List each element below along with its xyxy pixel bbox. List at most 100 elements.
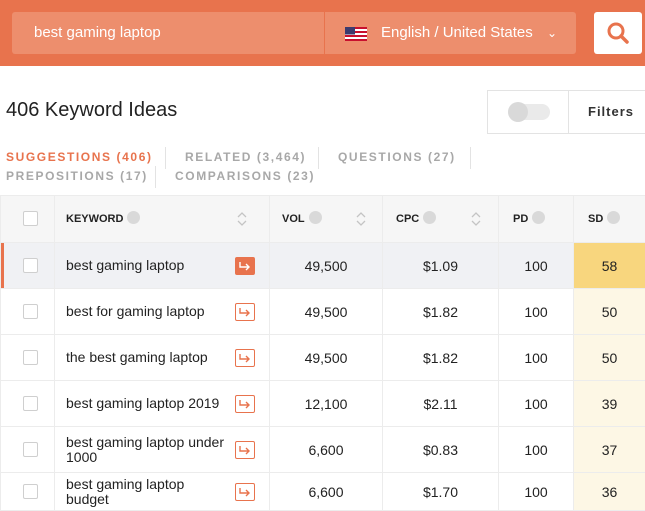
keyword-text[interactable]: best gaming laptop budget [66,473,226,510]
row-checkbox[interactable] [23,442,38,457]
cpc-cell: $0.83 [383,427,499,473]
search-input[interactable]: best gaming laptop [12,12,324,54]
keyword-cell: best gaming laptop 2019 [55,381,270,427]
cpc-cell: $2.11 [383,381,499,427]
vol-cell: 49,500 [270,243,383,289]
keyword-table: KEYWORD VOL CPC PD SD best gaming laptop… [0,195,645,511]
column-header-keyword[interactable]: KEYWORD [55,196,270,243]
help-icon[interactable] [607,211,620,224]
keyword-text[interactable]: best gaming laptop 2019 [66,381,226,426]
language-label: English / United States [381,12,533,54]
pd-cell: 100 [499,289,574,335]
sd-cell: 58 [574,243,645,289]
keyword-text[interactable]: the best gaming laptop [66,335,226,380]
select-all-cell [1,196,55,243]
table-row[interactable]: best gaming laptop 2019 12,100 $2.11 100… [1,381,645,427]
help-icon[interactable] [309,211,322,224]
keyword-text[interactable]: best for gaming laptop [66,289,226,334]
search-bar: best gaming laptop English / United Stat… [0,0,645,66]
table-row[interactable]: best gaming laptop under 1000 6,600 $0.8… [1,427,645,473]
vol-cell: 49,500 [270,335,383,381]
column-label: SD [588,213,603,225]
column-header-pd[interactable]: PD [499,196,574,243]
table-row[interactable]: best gaming laptop budget 6,600 $1.70 10… [1,473,645,511]
tab-prepositions[interactable]: PREPOSITIONS (17) [6,169,148,183]
row-select-cell [1,243,55,289]
column-label: VOL [282,213,305,225]
row-select-cell [1,289,55,335]
table-row[interactable]: best for gaming laptop 49,500 $1.82 100 … [1,289,645,335]
sd-cell: 36 [574,473,645,511]
keyword-cell: best gaming laptop [55,243,270,289]
cpc-cell: $1.82 [383,289,499,335]
table-header-row: KEYWORD VOL CPC PD SD [1,196,645,243]
vol-cell: 6,600 [270,427,383,473]
sd-cell: 50 [574,335,645,381]
help-icon[interactable] [423,211,436,224]
tab-divider [155,166,156,188]
column-header-vol[interactable]: VOL [270,196,383,243]
search-icon [606,21,630,45]
vol-cell: 6,600 [270,473,383,511]
tab-divider [318,147,319,169]
row-checkbox[interactable] [23,350,38,365]
us-flag-icon [345,27,367,41]
column-header-cpc[interactable]: CPC [383,196,499,243]
row-select-cell [1,473,55,511]
open-keyword-icon[interactable] [235,349,255,367]
open-keyword-icon[interactable] [235,257,255,275]
open-keyword-icon[interactable] [235,483,255,501]
chevron-down-icon: ⌄ [547,12,557,54]
view-toggle[interactable] [508,104,550,120]
sd-cell: 39 [574,381,645,427]
column-header-sd[interactable]: SD [574,196,645,243]
cpc-cell: $1.70 [383,473,499,511]
search-button[interactable] [594,12,642,54]
vol-cell: 12,100 [270,381,383,427]
row-checkbox[interactable] [23,258,38,273]
keyword-cell: best for gaming laptop [55,289,270,335]
sort-icon[interactable] [237,210,247,228]
row-checkbox[interactable] [23,484,38,499]
column-label: KEYWORD [66,213,123,225]
tab-related[interactable]: RELATED (3,464) [185,150,306,164]
cpc-cell: $1.09 [383,243,499,289]
keyword-cell: best gaming laptop under 1000 [55,427,270,473]
page-title: 406 Keyword Ideas [6,99,177,122]
open-keyword-icon[interactable] [235,303,255,321]
table-row[interactable]: best gaming laptop 49,500 $1.09 100 58 [1,243,645,289]
open-keyword-icon[interactable] [235,441,255,459]
help-icon[interactable] [127,211,140,224]
keyword-cell: best gaming laptop budget [55,473,270,511]
row-checkbox[interactable] [23,396,38,411]
toggle-knob [508,102,528,122]
select-all-checkbox[interactable] [23,211,38,226]
row-checkbox[interactable] [23,304,38,319]
column-label: PD [513,213,528,225]
language-select[interactable]: English / United States ⌄ [325,12,576,54]
pd-cell: 100 [499,381,574,427]
keyword-cell: the best gaming laptop [55,335,270,381]
keyword-text[interactable]: best gaming laptop [66,243,226,288]
tab-comparisons[interactable]: COMPARISONS (23) [175,169,315,183]
tab-suggestions[interactable]: SUGGESTIONS (406) [6,150,153,164]
keyword-text[interactable]: best gaming laptop under 1000 [66,427,226,472]
row-select-cell [1,427,55,473]
pd-cell: 100 [499,243,574,289]
tab-questions[interactable]: QUESTIONS (27) [338,150,456,164]
sort-icon[interactable] [356,210,366,228]
tab-divider [165,147,166,169]
view-toggle-cell [488,91,569,133]
sd-cell: 50 [574,289,645,335]
table-row[interactable]: the best gaming laptop 49,500 $1.82 100 … [1,335,645,381]
pd-cell: 100 [499,335,574,381]
filters-button[interactable]: Filters [588,91,634,133]
cpc-cell: $1.82 [383,335,499,381]
row-select-cell [1,381,55,427]
sd-cell: 37 [574,427,645,473]
column-label: CPC [396,213,419,225]
help-icon[interactable] [532,211,545,224]
open-keyword-icon[interactable] [235,395,255,413]
row-select-cell [1,335,55,381]
sort-icon[interactable] [471,210,481,228]
